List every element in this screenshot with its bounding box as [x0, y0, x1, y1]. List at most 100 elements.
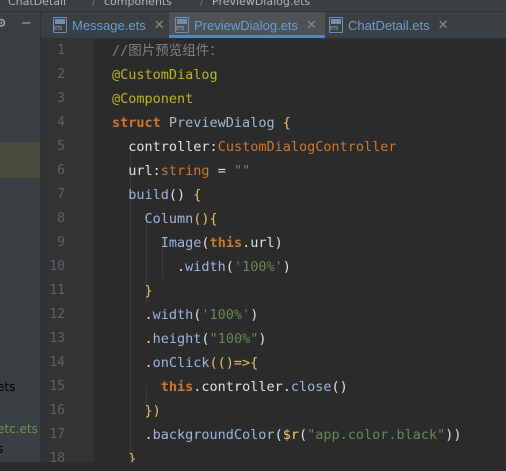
code-token: width — [152, 307, 194, 323]
line-number: 4 — [57, 115, 65, 130]
code-token: $r — [282, 427, 299, 443]
line-number: 2 — [57, 67, 65, 82]
code-line[interactable]: build() { — [112, 183, 201, 207]
line-number: 6 — [57, 163, 65, 178]
code-token: height — [152, 331, 202, 347]
code-token: onClick — [152, 355, 210, 371]
code-line[interactable]: this.controller.close() — [112, 375, 348, 399]
ets-file-icon — [175, 17, 189, 33]
code-token: @CustomDialog — [112, 67, 218, 83]
code-token: Image — [160, 235, 202, 251]
code-token: () — [331, 379, 348, 395]
code-token: this — [160, 379, 194, 395]
code-token: string — [160, 163, 210, 179]
breadcrumb-item[interactable]: PreviewDialog.ets — [212, 0, 310, 8]
code-token: . — [112, 355, 153, 371]
code-token: '100%' — [233, 259, 283, 275]
code-token: : — [209, 139, 218, 155]
code-token: ( — [298, 427, 308, 443]
code-token: .url) — [242, 235, 283, 251]
tab-chat-detail[interactable]: ChatDetail.ets ✕ — [323, 12, 479, 38]
code-line[interactable]: url:string = "" — [112, 159, 250, 183]
code-token: backgroundColor — [152, 427, 275, 443]
code-token: struct — [112, 115, 161, 131]
line-number: 17 — [49, 427, 65, 442]
project-panel: ⚙ — ets etc.ets s — [0, 12, 40, 462]
gear-icon[interactable]: ⚙ — [0, 15, 5, 31]
code-token: (()=>{ — [209, 355, 259, 371]
project-tree-item[interactable]: etc.ets — [0, 422, 38, 436]
code-line[interactable]: .height("100%") — [112, 327, 267, 351]
line-number: 13 — [49, 331, 65, 346]
code-token: "100%" — [209, 331, 259, 347]
close-icon[interactable]: ✕ — [306, 17, 317, 33]
code-line[interactable]: @CustomDialog — [112, 63, 218, 87]
code-line[interactable]: @Component — [112, 87, 193, 111]
project-tree-item[interactable]: ets — [0, 380, 15, 394]
code-line[interactable]: .width('100%') — [112, 303, 259, 327]
code-token: . — [112, 307, 153, 323]
close-icon[interactable]: ✕ — [438, 17, 449, 33]
editor-tabs: Message.ets ✕ PreviewDialog.ets ✕ ChatDe… — [41, 12, 506, 39]
code-token: '100%' — [201, 307, 251, 323]
code-line[interactable]: .width('100%') — [112, 255, 291, 279]
code-token: )) — [445, 427, 462, 443]
code-line[interactable]: } — [112, 447, 136, 462]
code-token: : — [152, 163, 161, 179]
line-number: 14 — [49, 355, 65, 370]
close-icon[interactable]: ✕ — [154, 17, 165, 33]
code-token: { — [193, 187, 202, 203]
code-token: controller — [112, 139, 210, 155]
collapse-icon[interactable]: — — [22, 15, 30, 31]
breadcrumb-item[interactable]: components — [104, 0, 172, 8]
code-token: ) — [282, 259, 291, 275]
code-editor[interactable]: //图片预览组件： @CustomDialog @Component struct P… — [94, 39, 506, 462]
line-number: 1 — [57, 43, 65, 58]
code-line[interactable]: struct PreviewDialog { — [112, 111, 291, 135]
code-token: ( — [225, 259, 234, 275]
line-number: 15 — [49, 379, 65, 394]
code-line[interactable]: controller:CustomDialogController — [112, 135, 396, 159]
code-token: } — [112, 283, 153, 299]
code-token: ( — [201, 235, 210, 251]
tab-label: Message.ets — [72, 17, 146, 33]
code-token: . — [112, 259, 186, 275]
code-token: . — [112, 427, 153, 443]
code-token: Column — [144, 211, 194, 227]
line-number: 9 — [57, 235, 65, 250]
code-token: "" — [233, 163, 251, 179]
breadcrumb-item[interactable]: ChatDetail — [8, 0, 66, 8]
code-token: width — [185, 259, 226, 275]
code-token: . — [112, 331, 153, 347]
selected-file-highlight — [0, 142, 40, 178]
code-token: } — [112, 451, 137, 462]
line-number-gutter[interactable]: 1 2 3 4 5 6 7 8 9 10 11 12 13 14 15 16 17 18 — [41, 39, 94, 466]
code-line[interactable]: Image(this.url) — [112, 231, 283, 255]
project-toolbar: ⚙ — — [0, 12, 40, 38]
code-token: ( — [274, 427, 283, 443]
code-line[interactable]: } — [112, 279, 153, 303]
tab-label: ChatDetail.ets — [348, 17, 430, 33]
code-token: this — [209, 235, 243, 251]
project-tree-item[interactable]: s — [0, 442, 3, 456]
line-number: 12 — [49, 307, 65, 322]
code-line[interactable]: .onClick(()=>{ — [112, 351, 259, 375]
breadcrumb: ChatDetail / components / PreviewDialog.… — [0, 0, 506, 12]
code-line[interactable]: Column(){ — [112, 207, 218, 231]
ets-file-icon — [329, 17, 343, 33]
code-line[interactable]: }) — [112, 399, 161, 423]
tab-preview-dialog[interactable]: PreviewDialog.ets ✕ — [169, 12, 325, 38]
line-number: 11 — [49, 283, 65, 298]
code-line[interactable]: .backgroundColor($r("app.color.black")) — [112, 423, 462, 447]
ets-file-icon — [53, 17, 67, 33]
tab-message[interactable]: Message.ets ✕ — [47, 12, 177, 38]
code-token: url — [112, 163, 153, 179]
line-number: 16 — [49, 403, 65, 418]
code-token: PreviewDialog — [160, 115, 283, 131]
code-token: = — [209, 163, 234, 179]
code-line[interactable]: //图片预览组件： — [112, 39, 223, 63]
tab-label: PreviewDialog.ets — [194, 17, 299, 33]
